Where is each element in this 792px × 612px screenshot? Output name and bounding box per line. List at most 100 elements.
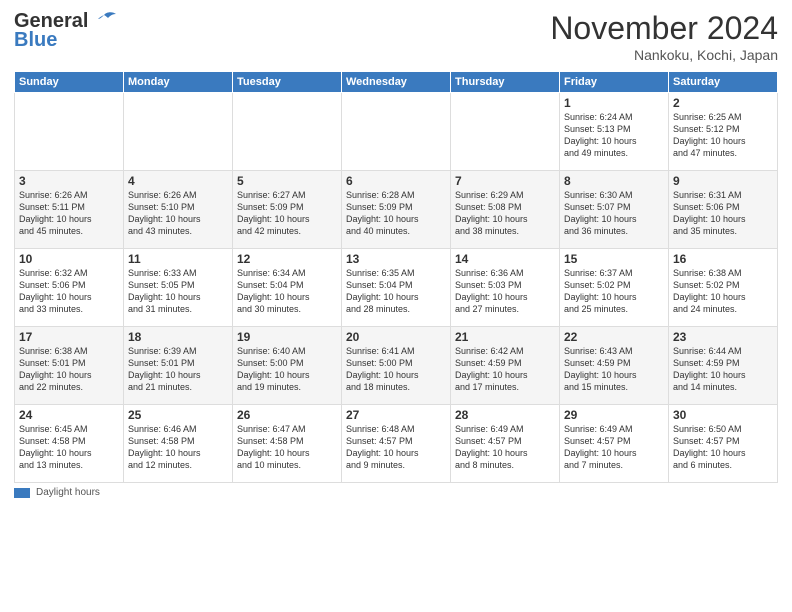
day-info: Sunrise: 6:50 AM Sunset: 4:57 PM Dayligh… bbox=[673, 423, 773, 472]
day-info: Sunrise: 6:33 AM Sunset: 5:05 PM Dayligh… bbox=[128, 267, 228, 316]
day-number: 16 bbox=[673, 252, 773, 266]
day-cell: 9Sunrise: 6:31 AM Sunset: 5:06 PM Daylig… bbox=[669, 171, 778, 249]
day-cell: 6Sunrise: 6:28 AM Sunset: 5:09 PM Daylig… bbox=[342, 171, 451, 249]
header-friday: Friday bbox=[560, 72, 669, 93]
day-cell: 4Sunrise: 6:26 AM Sunset: 5:10 PM Daylig… bbox=[124, 171, 233, 249]
day-number: 17 bbox=[19, 330, 119, 344]
day-cell: 28Sunrise: 6:49 AM Sunset: 4:57 PM Dayli… bbox=[451, 405, 560, 483]
calendar-table: Sunday Monday Tuesday Wednesday Thursday… bbox=[14, 71, 778, 483]
day-cell: 11Sunrise: 6:33 AM Sunset: 5:05 PM Dayli… bbox=[124, 249, 233, 327]
day-info: Sunrise: 6:49 AM Sunset: 4:57 PM Dayligh… bbox=[455, 423, 555, 472]
location: Nankoku, Kochi, Japan bbox=[550, 47, 778, 63]
day-number: 29 bbox=[564, 408, 664, 422]
day-info: Sunrise: 6:46 AM Sunset: 4:58 PM Dayligh… bbox=[128, 423, 228, 472]
day-number: 6 bbox=[346, 174, 446, 188]
day-number: 9 bbox=[673, 174, 773, 188]
day-cell: 26Sunrise: 6:47 AM Sunset: 4:58 PM Dayli… bbox=[233, 405, 342, 483]
day-cell bbox=[233, 93, 342, 171]
day-number: 26 bbox=[237, 408, 337, 422]
day-info: Sunrise: 6:37 AM Sunset: 5:02 PM Dayligh… bbox=[564, 267, 664, 316]
header-saturday: Saturday bbox=[669, 72, 778, 93]
day-info: Sunrise: 6:35 AM Sunset: 5:04 PM Dayligh… bbox=[346, 267, 446, 316]
day-info: Sunrise: 6:47 AM Sunset: 4:58 PM Dayligh… bbox=[237, 423, 337, 472]
day-cell: 23Sunrise: 6:44 AM Sunset: 4:59 PM Dayli… bbox=[669, 327, 778, 405]
day-cell: 25Sunrise: 6:46 AM Sunset: 4:58 PM Dayli… bbox=[124, 405, 233, 483]
week-row-5: 24Sunrise: 6:45 AM Sunset: 4:58 PM Dayli… bbox=[15, 405, 778, 483]
day-number: 14 bbox=[455, 252, 555, 266]
day-cell bbox=[124, 93, 233, 171]
day-info: Sunrise: 6:31 AM Sunset: 5:06 PM Dayligh… bbox=[673, 189, 773, 238]
day-number: 23 bbox=[673, 330, 773, 344]
day-number: 15 bbox=[564, 252, 664, 266]
day-info: Sunrise: 6:26 AM Sunset: 5:11 PM Dayligh… bbox=[19, 189, 119, 238]
day-number: 28 bbox=[455, 408, 555, 422]
footer: Daylight hours bbox=[14, 487, 778, 498]
page: General Blue November 2024 Nankoku, Koch… bbox=[0, 0, 792, 612]
header-sunday: Sunday bbox=[15, 72, 124, 93]
day-cell: 30Sunrise: 6:50 AM Sunset: 4:57 PM Dayli… bbox=[669, 405, 778, 483]
day-number: 3 bbox=[19, 174, 119, 188]
week-row-2: 3Sunrise: 6:26 AM Sunset: 5:11 PM Daylig… bbox=[15, 171, 778, 249]
day-number: 22 bbox=[564, 330, 664, 344]
day-info: Sunrise: 6:24 AM Sunset: 5:13 PM Dayligh… bbox=[564, 111, 664, 160]
day-cell: 21Sunrise: 6:42 AM Sunset: 4:59 PM Dayli… bbox=[451, 327, 560, 405]
day-info: Sunrise: 6:32 AM Sunset: 5:06 PM Dayligh… bbox=[19, 267, 119, 316]
day-info: Sunrise: 6:30 AM Sunset: 5:07 PM Dayligh… bbox=[564, 189, 664, 238]
header-tuesday: Tuesday bbox=[233, 72, 342, 93]
week-row-3: 10Sunrise: 6:32 AM Sunset: 5:06 PM Dayli… bbox=[15, 249, 778, 327]
day-number: 11 bbox=[128, 252, 228, 266]
day-info: Sunrise: 6:48 AM Sunset: 4:57 PM Dayligh… bbox=[346, 423, 446, 472]
day-number: 13 bbox=[346, 252, 446, 266]
day-info: Sunrise: 6:41 AM Sunset: 5:00 PM Dayligh… bbox=[346, 345, 446, 394]
day-cell: 27Sunrise: 6:48 AM Sunset: 4:57 PM Dayli… bbox=[342, 405, 451, 483]
logo: General Blue bbox=[14, 10, 118, 52]
day-number: 12 bbox=[237, 252, 337, 266]
day-info: Sunrise: 6:44 AM Sunset: 4:59 PM Dayligh… bbox=[673, 345, 773, 394]
week-row-1: 1Sunrise: 6:24 AM Sunset: 5:13 PM Daylig… bbox=[15, 93, 778, 171]
day-number: 24 bbox=[19, 408, 119, 422]
day-info: Sunrise: 6:38 AM Sunset: 5:01 PM Dayligh… bbox=[19, 345, 119, 394]
day-number: 27 bbox=[346, 408, 446, 422]
day-number: 19 bbox=[237, 330, 337, 344]
day-cell: 10Sunrise: 6:32 AM Sunset: 5:06 PM Dayli… bbox=[15, 249, 124, 327]
header-thursday: Thursday bbox=[451, 72, 560, 93]
day-info: Sunrise: 6:45 AM Sunset: 4:58 PM Dayligh… bbox=[19, 423, 119, 472]
day-number: 10 bbox=[19, 252, 119, 266]
day-info: Sunrise: 6:34 AM Sunset: 5:04 PM Dayligh… bbox=[237, 267, 337, 316]
day-cell: 17Sunrise: 6:38 AM Sunset: 5:01 PM Dayli… bbox=[15, 327, 124, 405]
day-cell: 20Sunrise: 6:41 AM Sunset: 5:00 PM Dayli… bbox=[342, 327, 451, 405]
day-cell: 8Sunrise: 6:30 AM Sunset: 5:07 PM Daylig… bbox=[560, 171, 669, 249]
day-cell: 15Sunrise: 6:37 AM Sunset: 5:02 PM Dayli… bbox=[560, 249, 669, 327]
day-info: Sunrise: 6:43 AM Sunset: 4:59 PM Dayligh… bbox=[564, 345, 664, 394]
day-number: 20 bbox=[346, 330, 446, 344]
header: General Blue November 2024 Nankoku, Koch… bbox=[14, 10, 778, 63]
day-cell: 5Sunrise: 6:27 AM Sunset: 5:09 PM Daylig… bbox=[233, 171, 342, 249]
day-info: Sunrise: 6:28 AM Sunset: 5:09 PM Dayligh… bbox=[346, 189, 446, 238]
title-block: November 2024 Nankoku, Kochi, Japan bbox=[550, 10, 778, 63]
day-number: 7 bbox=[455, 174, 555, 188]
day-info: Sunrise: 6:40 AM Sunset: 5:00 PM Dayligh… bbox=[237, 345, 337, 394]
day-info: Sunrise: 6:27 AM Sunset: 5:09 PM Dayligh… bbox=[237, 189, 337, 238]
day-info: Sunrise: 6:36 AM Sunset: 5:03 PM Dayligh… bbox=[455, 267, 555, 316]
month-title: November 2024 bbox=[550, 10, 778, 47]
day-info: Sunrise: 6:38 AM Sunset: 5:02 PM Dayligh… bbox=[673, 267, 773, 316]
day-cell: 12Sunrise: 6:34 AM Sunset: 5:04 PM Dayli… bbox=[233, 249, 342, 327]
day-cell: 13Sunrise: 6:35 AM Sunset: 5:04 PM Dayli… bbox=[342, 249, 451, 327]
header-wednesday: Wednesday bbox=[342, 72, 451, 93]
day-number: 4 bbox=[128, 174, 228, 188]
day-cell: 22Sunrise: 6:43 AM Sunset: 4:59 PM Dayli… bbox=[560, 327, 669, 405]
day-info: Sunrise: 6:25 AM Sunset: 5:12 PM Dayligh… bbox=[673, 111, 773, 160]
day-number: 30 bbox=[673, 408, 773, 422]
day-number: 8 bbox=[564, 174, 664, 188]
day-cell: 1Sunrise: 6:24 AM Sunset: 5:13 PM Daylig… bbox=[560, 93, 669, 171]
header-monday: Monday bbox=[124, 72, 233, 93]
day-number: 5 bbox=[237, 174, 337, 188]
day-cell: 19Sunrise: 6:40 AM Sunset: 5:00 PM Dayli… bbox=[233, 327, 342, 405]
day-cell: 24Sunrise: 6:45 AM Sunset: 4:58 PM Dayli… bbox=[15, 405, 124, 483]
legend-label: Daylight hours bbox=[36, 487, 100, 498]
day-number: 2 bbox=[673, 96, 773, 110]
day-number: 18 bbox=[128, 330, 228, 344]
day-cell: 2Sunrise: 6:25 AM Sunset: 5:12 PM Daylig… bbox=[669, 93, 778, 171]
weekday-header-row: Sunday Monday Tuesday Wednesday Thursday… bbox=[15, 72, 778, 93]
day-info: Sunrise: 6:26 AM Sunset: 5:10 PM Dayligh… bbox=[128, 189, 228, 238]
